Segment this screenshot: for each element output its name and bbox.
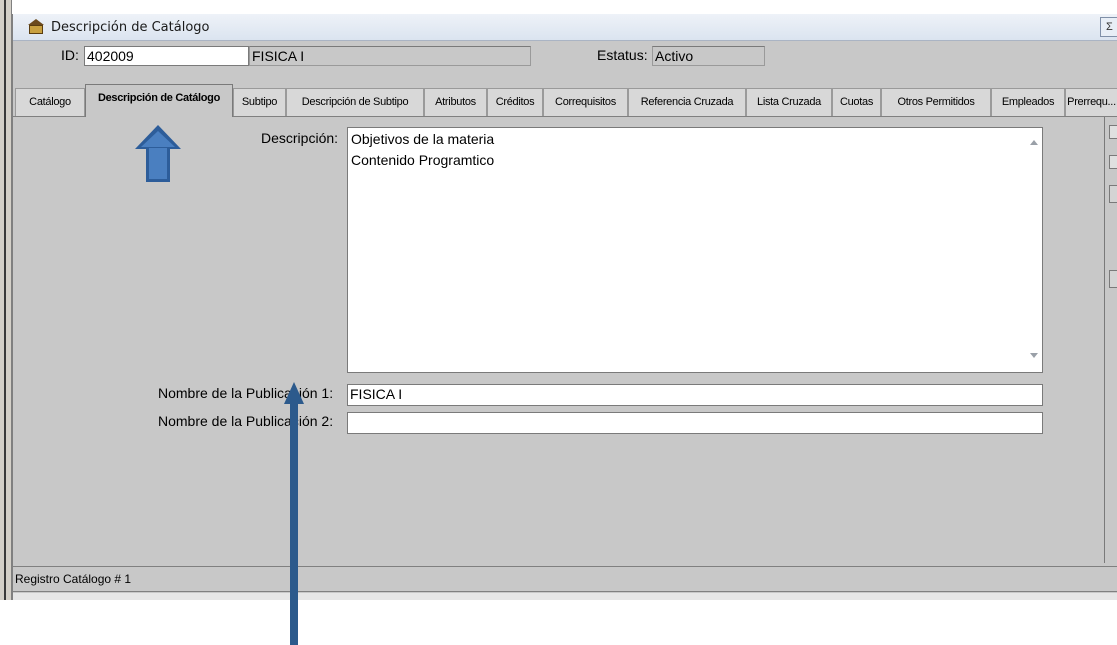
tab-catalogo[interactable]: Catálogo [15, 88, 85, 116]
publication-name-1-field[interactable]: FISICA I [347, 384, 1043, 406]
bottom-edge [13, 593, 1117, 600]
tab-strip: Catálogo Descripción de Catálogo Subtipo… [13, 72, 1117, 117]
left-window-edge [0, 0, 12, 600]
tab-descripcion-catalogo[interactable]: Descripción de Catálogo [85, 84, 233, 117]
nav-up-button[interactable] [1109, 125, 1117, 139]
course-name-field: FISICA I [249, 46, 531, 66]
side-checkbox-2[interactable] [1109, 270, 1117, 288]
tab-correquisitos[interactable]: Correquisitos [543, 88, 628, 116]
description-line-2: Contenido Programtico [351, 152, 495, 168]
id-field[interactable]: 402009 [84, 46, 249, 66]
tab-descripcion-subtipo[interactable]: Descripción de Subtipo [286, 88, 424, 116]
right-toolbar [1104, 117, 1117, 563]
scroll-down-icon[interactable] [1030, 353, 1038, 358]
catalog-building-icon [27, 19, 45, 35]
tab-atributos[interactable]: Atributos [424, 88, 487, 116]
annotation-arrow-tab-icon [135, 125, 181, 185]
description-label: Descripción: [261, 130, 339, 146]
annotation-arrow-publication-icon [284, 382, 304, 645]
id-label: ID: [61, 47, 79, 63]
side-checkbox-1[interactable] [1109, 185, 1117, 203]
publication-name-1-label: Nombre de la Publicación 1: [158, 385, 334, 401]
publication-name-2-field[interactable] [347, 412, 1043, 434]
tab-empleados[interactable]: Empleados [991, 88, 1065, 116]
scroll-up-icon[interactable] [1030, 140, 1038, 145]
app-root: Descripción de Catálogo Σ ID: 402009 FIS… [0, 0, 1117, 600]
tab-cuotas[interactable]: Cuotas [832, 88, 881, 116]
window-titlebar[interactable]: Descripción de Catálogo Σ [13, 14, 1117, 41]
tab-creditos[interactable]: Créditos [487, 88, 543, 116]
tab-subtipo[interactable]: Subtipo [233, 88, 286, 116]
record-header: ID: 402009 FISICA I Estatus: Activo [13, 42, 1117, 72]
description-line-1: Objetivos de la materia [351, 131, 495, 147]
status-field: Activo [652, 46, 765, 66]
status-label: Estatus: [597, 47, 648, 63]
tab-lista-cruzada[interactable]: Lista Cruzada [746, 88, 832, 116]
publication-name-2-label: Nombre de la Publicación 2: [158, 413, 334, 429]
titlebar-button[interactable]: Σ [1100, 17, 1117, 37]
tab-prerrequisitos[interactable]: Prerrequ... [1065, 88, 1117, 116]
description-textarea[interactable]: Objetivos de la materia Contenido Progra… [347, 127, 1043, 373]
catalog-description-window: Descripción de Catálogo Σ ID: 402009 FIS… [12, 14, 1117, 600]
tab-otros-permitidos[interactable]: Otros Permitidos [881, 88, 991, 116]
nav-down-button[interactable] [1109, 155, 1117, 169]
status-bar: Registro Catálogo # 1 [13, 566, 1117, 592]
tab-referencia-cruzada[interactable]: Referencia Cruzada [628, 88, 746, 116]
window-title: Descripción de Catálogo [51, 19, 210, 35]
